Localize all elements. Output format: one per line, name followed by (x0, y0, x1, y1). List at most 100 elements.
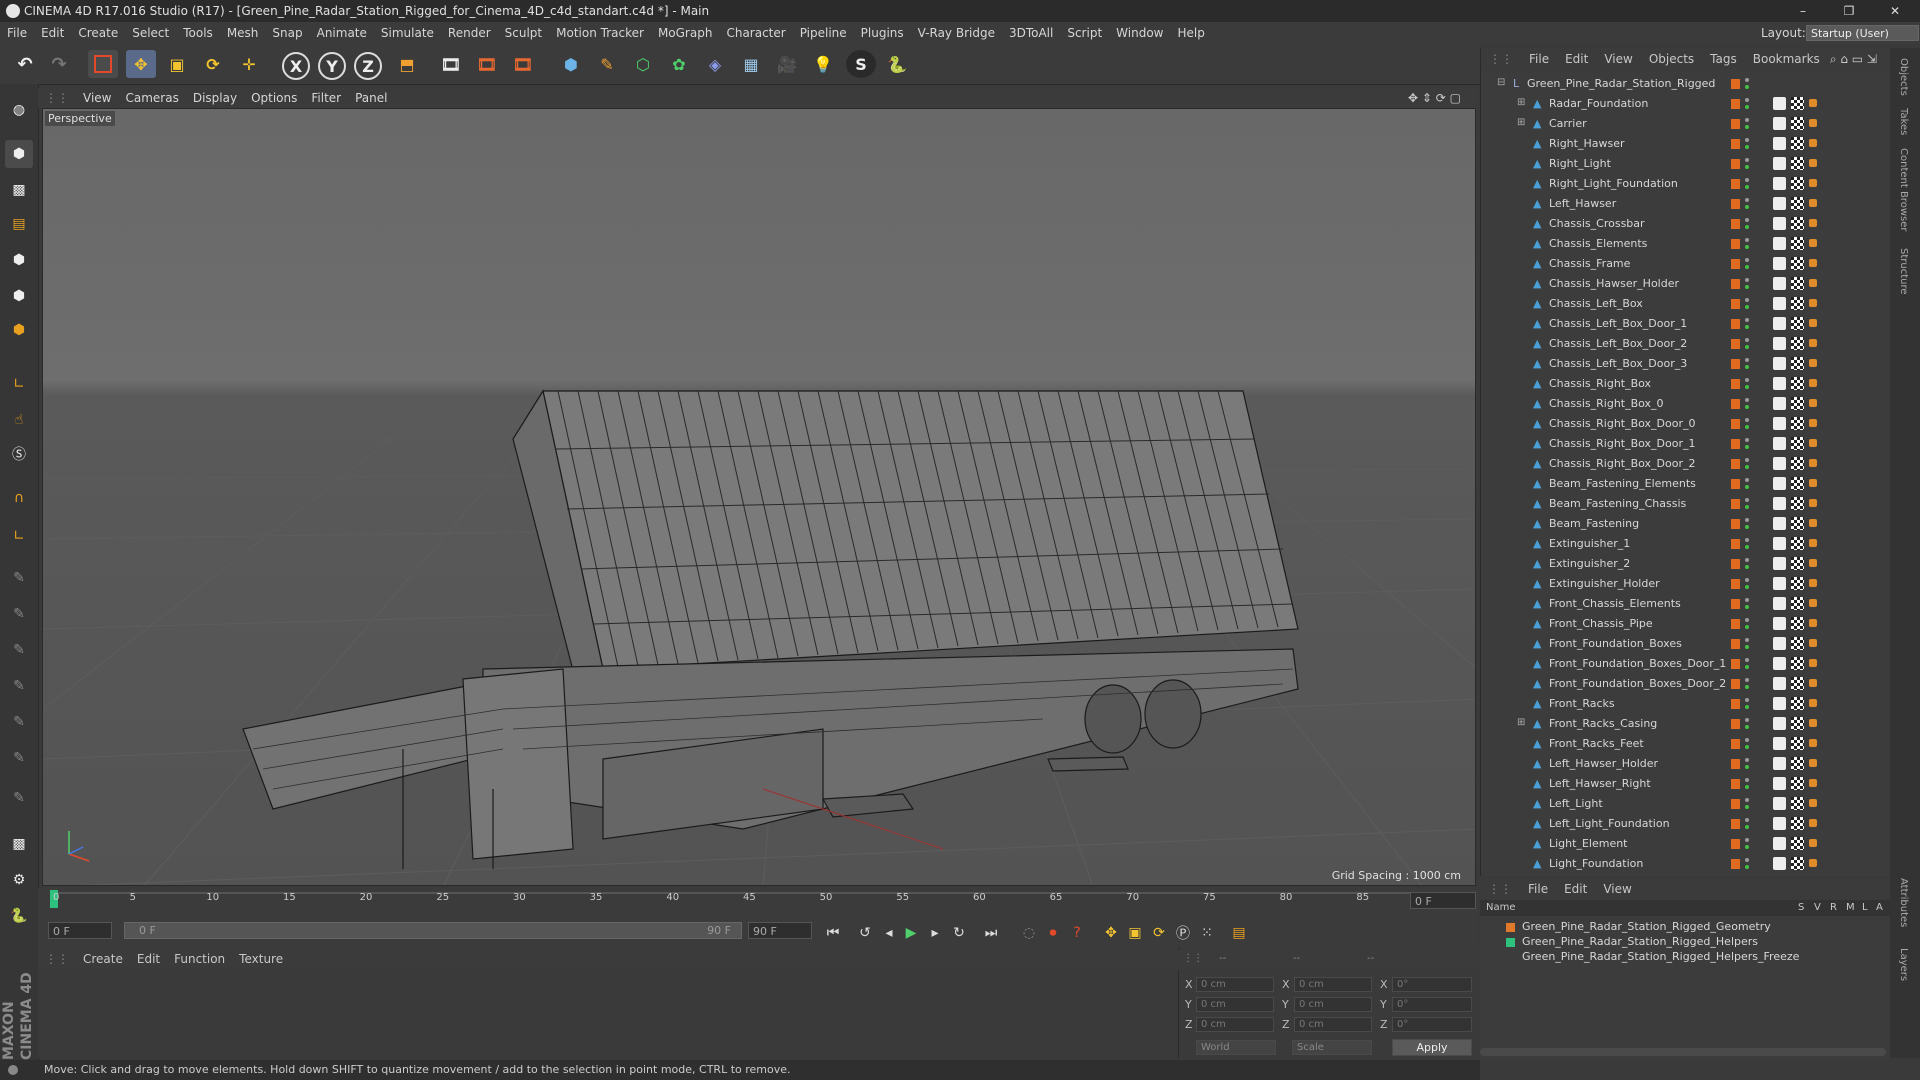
editor-visibility-dot[interactable] (1745, 658, 1749, 662)
timeline-end-field[interactable]: 0 F (1410, 892, 1476, 909)
editor-visibility-dot[interactable] (1745, 258, 1749, 262)
nurbs-icon[interactable]: ⬡ (628, 50, 658, 78)
material-menu-function[interactable]: Function (167, 948, 232, 970)
object-row[interactable]: ▲ Front_Racks (1481, 694, 1891, 714)
redo-icon[interactable]: ↷ (44, 50, 74, 78)
editor-visibility-dot[interactable] (1745, 198, 1749, 202)
render-visibility-dot[interactable] (1745, 605, 1749, 609)
menu-window[interactable]: Window (1109, 22, 1170, 44)
material-tag-icon[interactable] (1773, 757, 1786, 770)
edges-mode-icon[interactable]: ⬢ (5, 282, 33, 310)
previous-frame-icon[interactable]: ◂ (878, 922, 900, 944)
render-visibility-dot[interactable] (1745, 225, 1749, 229)
texture-tag-icon[interactable] (1791, 537, 1804, 550)
editor-visibility-dot[interactable] (1745, 738, 1749, 742)
render-visibility-dot[interactable] (1745, 625, 1749, 629)
coord-y-position[interactable]: 0 cm (1196, 997, 1274, 1012)
move-tool-icon[interactable]: ✥ (126, 50, 156, 78)
object-row[interactable]: ▲ Chassis_Left_Box (1481, 294, 1891, 314)
go-to-start-icon[interactable]: ⏮ (822, 922, 844, 944)
material-tag-icon[interactable] (1773, 497, 1786, 510)
object-row[interactable]: ▲ Left_Light_Foundation (1481, 814, 1891, 834)
selection-tag-icon[interactable] (1809, 159, 1817, 167)
render-visibility-dot[interactable] (1745, 845, 1749, 849)
render-visibility-dot[interactable] (1745, 305, 1749, 309)
object-row[interactable]: ▲ Right_Light_Foundation (1481, 174, 1891, 194)
selection-tag-icon[interactable] (1809, 619, 1817, 627)
selection-tag-icon[interactable] (1809, 539, 1817, 547)
texture-tag-icon[interactable] (1791, 237, 1804, 250)
object-row[interactable]: ▲ Beam_Fastening_Elements (1481, 474, 1891, 494)
menu-plugins[interactable]: Plugins (854, 22, 911, 44)
menu-file[interactable]: File (0, 22, 34, 44)
object-row[interactable]: ▲ Left_Light (1481, 794, 1891, 814)
material-tag-icon[interactable] (1773, 157, 1786, 170)
minimize-button[interactable]: – (1780, 0, 1826, 22)
editor-visibility-dot[interactable] (1745, 118, 1749, 122)
make-editable-icon[interactable]: ◍ (5, 96, 33, 124)
menu-3dtoall[interactable]: 3DToAll (1002, 22, 1060, 44)
render-visibility-dot[interactable] (1745, 765, 1749, 769)
render-visibility-dot[interactable] (1745, 805, 1749, 809)
layer-row[interactable]: Green_Pine_Radar_Station_Rigged_Helpers (1480, 935, 1890, 950)
object-row[interactable]: ▲ Front_Chassis_Elements (1481, 594, 1891, 614)
coordinate-system-icon[interactable]: ⬒ (392, 50, 422, 78)
joint-icon[interactable]: ✎ (5, 744, 33, 772)
object-row[interactable]: ⊞ ▲ Front_Racks_Casing (1481, 714, 1891, 734)
frame-range-slider[interactable]: 0 F 90 F (124, 922, 742, 939)
enable-axis-icon[interactable]: ⚙ (5, 866, 33, 894)
menu-vray-bridge[interactable]: V-Ray Bridge (911, 22, 1002, 44)
editor-visibility-dot[interactable] (1745, 98, 1749, 102)
coord-x-rotation[interactable]: 0° (1392, 977, 1472, 992)
texture-tag-icon[interactable] (1791, 517, 1804, 530)
object-row[interactable]: ▲ Chassis_Left_Box_Door_3 (1481, 354, 1891, 374)
menu-mesh[interactable]: Mesh (220, 22, 266, 44)
selection-tag-icon[interactable] (1809, 339, 1817, 347)
coord-z-rotation[interactable]: 0° (1392, 1017, 1472, 1032)
render-visibility-dot[interactable] (1745, 565, 1749, 569)
model-mode-icon[interactable]: ⬢ (5, 140, 33, 168)
material-tag-icon[interactable] (1773, 597, 1786, 610)
next-key-icon[interactable]: ↻ (948, 922, 970, 944)
om-menu-view[interactable]: View (1596, 48, 1640, 70)
render-visibility-dot[interactable] (1745, 825, 1749, 829)
selection-tag-icon[interactable] (1809, 419, 1817, 427)
texture-tag-icon[interactable] (1791, 857, 1804, 870)
material-tag-icon[interactable] (1773, 557, 1786, 570)
tweak-mode-icon[interactable]: ☝ (5, 406, 33, 434)
menu-animate[interactable]: Animate (310, 22, 374, 44)
render-visibility-dot[interactable] (1745, 385, 1749, 389)
render-visibility-dot[interactable] (1745, 125, 1749, 129)
selection-tag-icon[interactable] (1809, 499, 1817, 507)
tab-content-browser[interactable]: Content Browser (1898, 148, 1909, 231)
x-axis-lock-icon[interactable]: X (282, 52, 310, 80)
editor-visibility-dot[interactable] (1745, 678, 1749, 682)
object-row[interactable]: ▲ Right_Light (1481, 154, 1891, 174)
key-rotation-icon[interactable]: ⟳ (1148, 922, 1170, 944)
coord-x-size[interactable]: 0 cm (1294, 977, 1372, 992)
texture-tag-icon[interactable] (1791, 757, 1804, 770)
menu-render[interactable]: Render (441, 22, 498, 44)
selection-tag-icon[interactable] (1809, 799, 1817, 807)
editor-visibility-dot[interactable] (1745, 438, 1749, 442)
menu-edit[interactable]: Edit (34, 22, 71, 44)
selection-tag-icon[interactable] (1809, 379, 1817, 387)
editor-visibility-dot[interactable] (1745, 778, 1749, 782)
render-settings-icon[interactable]: 🎞 (508, 50, 538, 78)
editor-visibility-dot[interactable] (1745, 798, 1749, 802)
texture-tag-icon[interactable] (1791, 457, 1804, 470)
tab-structure[interactable]: Structure (1898, 248, 1909, 295)
selection-tag-icon[interactable] (1809, 839, 1817, 847)
editor-visibility-dot[interactable] (1745, 138, 1749, 142)
layer-list[interactable]: Green_Pine_Radar_Station_Rigged_Geometry… (1480, 916, 1890, 1060)
tab-attributes[interactable]: Attributes (1898, 878, 1909, 927)
texture-tag-icon[interactable] (1791, 257, 1804, 270)
render-visibility-dot[interactable] (1745, 585, 1749, 589)
editor-visibility-dot[interactable] (1745, 158, 1749, 162)
selection-tag-icon[interactable] (1809, 699, 1817, 707)
tab-layers[interactable]: Layers (1898, 948, 1909, 981)
material-tag-icon[interactable] (1773, 97, 1786, 110)
selection-tag-icon[interactable] (1809, 479, 1817, 487)
object-manager-list[interactable]: ⊟ L Green_Pine_Radar_Station_Rigged ⊞ ▲ Ra… (1480, 70, 1891, 876)
editor-visibility-dot[interactable] (1745, 558, 1749, 562)
